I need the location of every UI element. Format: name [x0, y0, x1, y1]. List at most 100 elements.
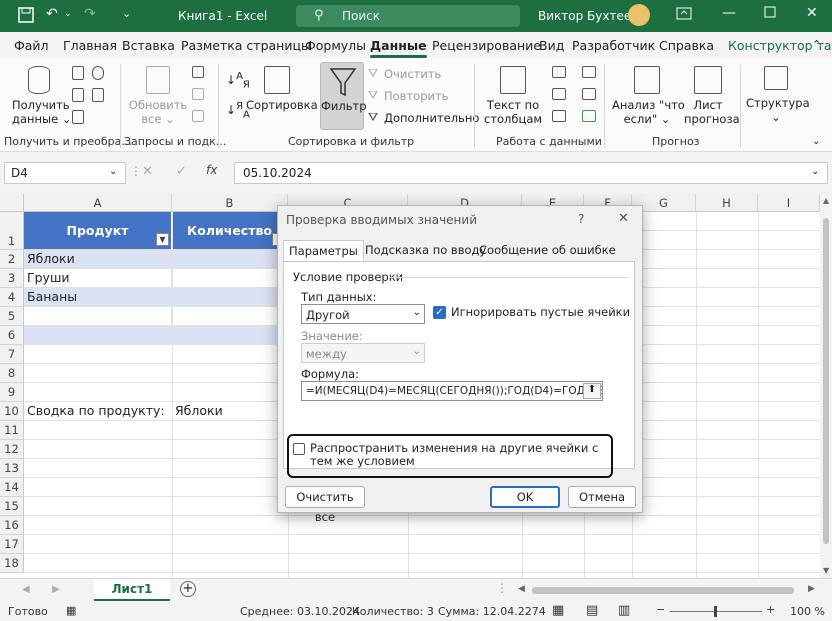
- scroll-right-icon[interactable]: ▶: [808, 584, 815, 594]
- cancel-button[interactable]: Отмена: [568, 486, 636, 508]
- table-cell[interactable]: 5: [172, 250, 288, 269]
- select-all-corner[interactable]: [0, 194, 24, 212]
- zoom-in-icon[interactable]: +: [766, 603, 775, 616]
- minimize-icon[interactable]: —: [722, 5, 736, 21]
- row-header[interactable]: 12: [0, 440, 24, 459]
- row-header[interactable]: 4: [0, 288, 24, 307]
- filter-button[interactable]: Фильтр: [320, 62, 367, 130]
- page-break-icon[interactable]: ▥: [618, 603, 630, 618]
- advanced-filter-icon[interactable]: ⛛: [368, 110, 378, 125]
- redo-icon[interactable]: ↷: [84, 6, 96, 22]
- tab-file[interactable]: Файл: [14, 38, 49, 53]
- table-cell[interactable]: Яблоки: [24, 250, 172, 269]
- row-header[interactable]: 17: [0, 535, 24, 554]
- row-header[interactable]: 16: [0, 516, 24, 535]
- search-box[interactable]: ⚲ Поиск: [296, 5, 520, 27]
- queries-icon[interactable]: [192, 66, 204, 78]
- avatar[interactable]: [628, 4, 650, 26]
- status-average[interactable]: Среднее: 03.10.2024: [240, 605, 360, 618]
- table-cell[interactable]: [172, 326, 288, 345]
- cancel-icon[interactable]: ✕: [142, 164, 153, 179]
- refresh-all-button[interactable]: Обновить все ⌄: [128, 98, 188, 126]
- expand-formula-icon[interactable]: ⌄: [811, 166, 819, 177]
- table-cell[interactable]: Груши: [24, 269, 172, 288]
- row-header[interactable]: 5: [0, 307, 24, 326]
- normal-view-icon[interactable]: ▦: [552, 603, 564, 618]
- table-cell[interactable]: [24, 326, 172, 345]
- accessibility-icon[interactable]: ▦: [66, 604, 76, 617]
- row-header[interactable]: 14: [0, 478, 24, 497]
- properties-icon[interactable]: [192, 88, 204, 100]
- tab-settings[interactable]: Параметры: [283, 240, 364, 262]
- formula-field[interactable]: =И(МЕСЯЦ(D4)=МЕСЯЦ(СЕГОДНЯ());ГОД(D4)=ГО…: [301, 381, 603, 401]
- row-header[interactable]: 3: [0, 269, 24, 288]
- data-type-select[interactable]: Другой ⌄: [301, 304, 425, 324]
- range-select-icon[interactable]: ⬆: [583, 383, 601, 399]
- table-cell[interactable]: [24, 307, 172, 326]
- maximize-icon[interactable]: [764, 6, 776, 22]
- value-select[interactable]: между ⌄: [301, 343, 425, 363]
- table-cell[interactable]: Бананы: [24, 288, 172, 307]
- row-header[interactable]: 18: [0, 554, 24, 573]
- formula-input[interactable]: 05.10.2024 ⌄: [234, 162, 828, 184]
- column-header[interactable]: H: [696, 194, 758, 212]
- apply-all-checkbox[interactable]: [293, 443, 305, 455]
- outline-button[interactable]: Структура ⌄: [746, 96, 810, 124]
- zoom-out-icon[interactable]: −: [656, 603, 665, 616]
- tab-home[interactable]: Главная: [63, 38, 117, 53]
- tab-data[interactable]: Данные: [370, 38, 427, 58]
- sort-button[interactable]: Сортировка: [246, 98, 318, 112]
- table-header-cell[interactable]: Продукт ▼: [24, 212, 172, 250]
- consolidate-icon[interactable]: [582, 66, 596, 78]
- from-text-icon[interactable]: [72, 66, 84, 80]
- chevron-down-icon[interactable]: ⌄: [109, 166, 117, 177]
- ignore-blank-checkbox[interactable]: ✓: [433, 306, 446, 319]
- column-header[interactable]: I: [758, 194, 820, 212]
- table-cell[interactable]: 2: [172, 288, 288, 307]
- scroll-left-icon[interactable]: ◀: [518, 584, 525, 594]
- filter-dropdown-icon[interactable]: ▼: [156, 233, 169, 246]
- table-cell[interactable]: 3: [172, 269, 288, 288]
- sort-az-icon[interactable]: ↓АЯ: [226, 70, 250, 92]
- row-header[interactable]: 10: [0, 402, 24, 421]
- tab-help[interactable]: Справка: [659, 38, 714, 53]
- column-header[interactable]: A: [24, 194, 172, 212]
- next-sheet-icon[interactable]: ▶: [52, 584, 60, 595]
- tab-insert[interactable]: Вставка: [122, 38, 175, 53]
- sheet-tab-list1[interactable]: Лист1: [94, 579, 170, 601]
- row-header[interactable]: 13: [0, 459, 24, 478]
- name-box[interactable]: D4 ⌄: [4, 162, 126, 184]
- drag-handle-icon[interactable]: ⋮: [130, 164, 142, 178]
- zoom-slider-thumb[interactable]: [714, 606, 717, 617]
- row-header[interactable]: 6: [0, 326, 24, 345]
- add-sheet-icon[interactable]: +: [180, 581, 196, 597]
- scroll-thumb[interactable]: [823, 218, 829, 544]
- scroll-up-icon[interactable]: ▲: [823, 196, 829, 205]
- tab-page-layout[interactable]: Разметка страницы: [181, 38, 311, 53]
- enter-icon[interactable]: ✓: [176, 164, 187, 179]
- status-sum[interactable]: Сумма: 12.04.2274: [438, 605, 546, 618]
- customize-qat-icon[interactable]: ⌄: [122, 7, 131, 20]
- from-web-icon[interactable]: [92, 66, 104, 80]
- row-header[interactable]: 7: [0, 345, 24, 364]
- row-header[interactable]: 1: [0, 212, 24, 250]
- tab-formulas[interactable]: Формулы: [305, 38, 366, 53]
- row-header[interactable]: 15: [0, 497, 24, 516]
- insert-function-icon[interactable]: fx: [206, 163, 217, 177]
- recent-sources-icon[interactable]: [92, 88, 104, 102]
- summary-value-cell[interactable]: Яблоки: [172, 402, 288, 421]
- get-data-button[interactable]: Получить данные ⌄: [12, 98, 71, 126]
- clear-button[interactable]: Очистить: [384, 67, 441, 81]
- drag-handle-icon[interactable]: ⋮: [496, 581, 508, 595]
- data-model-icon[interactable]: [582, 110, 596, 122]
- edit-links-icon[interactable]: [192, 110, 204, 122]
- row-header[interactable]: 9: [0, 383, 24, 402]
- horizontal-scroll-thumb[interactable]: [532, 587, 794, 594]
- row-header[interactable]: 8: [0, 364, 24, 383]
- table-header-cell[interactable]: Количество: [172, 212, 288, 250]
- reapply-button[interactable]: Повторить: [384, 89, 448, 103]
- row-header[interactable]: 11: [0, 421, 24, 440]
- prev-sheet-icon[interactable]: ◀: [22, 584, 30, 595]
- close-icon[interactable]: ✕: [806, 5, 818, 21]
- clear-all-button[interactable]: Очистить все: [285, 486, 365, 524]
